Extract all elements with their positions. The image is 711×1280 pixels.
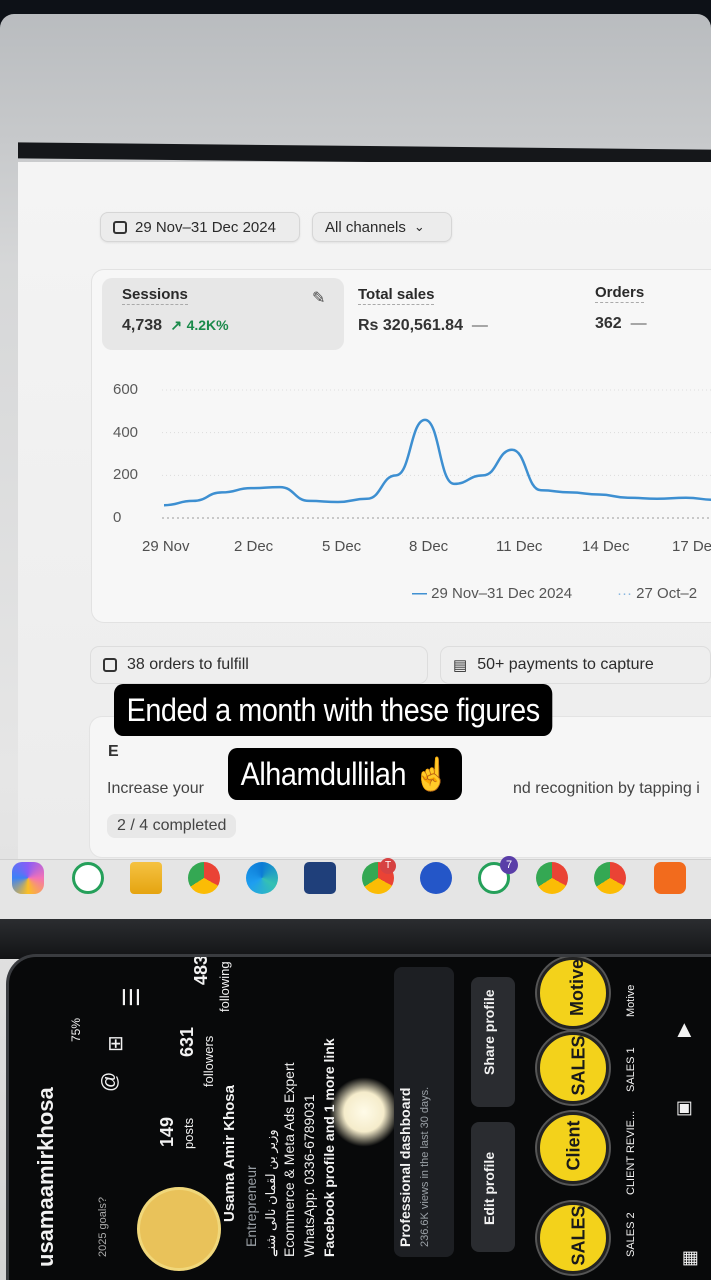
- date-range-label: 29 Nov–31 Dec 2024: [135, 218, 276, 236]
- profile-name: Usama Amir Khosa: [221, 1085, 238, 1222]
- y-tick: 0: [113, 509, 122, 526]
- story-caption-line2: Alhamdullilah ☝️: [228, 748, 462, 800]
- share-profile-label: Share profile: [481, 989, 497, 1075]
- highlight-label: SALES 2: [625, 1212, 637, 1257]
- channels-dropdown[interactable]: All channels ⌄: [312, 212, 452, 242]
- microsoft-store-icon[interactable]: [304, 862, 336, 894]
- highlight-title: Client: [563, 1120, 584, 1171]
- setup-heading: E: [108, 743, 119, 760]
- posts-count: 149: [157, 1116, 177, 1147]
- profile-links[interactable]: Facebook profile and 1 more link: [321, 1038, 337, 1257]
- total-sales-value: Rs 320,561.84: [358, 317, 463, 334]
- profile-bio-line2: WhatsApp: 0336-6789031: [301, 1094, 317, 1257]
- orders-change: —: [630, 315, 647, 332]
- profile-bio-line1: Ecommerce & Meta Ads Expert: [281, 1062, 297, 1257]
- y-tick: 600: [113, 381, 139, 398]
- channels-label: All channels: [325, 218, 406, 236]
- following-count[interactable]: 483: [191, 957, 212, 985]
- inbox-icon: [103, 658, 117, 672]
- x-tick: 2 Dec: [234, 538, 274, 555]
- x-tick: 17 De: [672, 538, 711, 555]
- edit-profile-label: Edit profile: [481, 1151, 497, 1225]
- posts-label: posts: [181, 1117, 196, 1149]
- setup-body-right: nd recognition by tapping i: [513, 780, 700, 797]
- whatsapp-icon[interactable]: [72, 862, 104, 894]
- profile-username[interactable]: usamaamirkhosa: [33, 1087, 59, 1267]
- chrome-icon-3[interactable]: [594, 862, 626, 894]
- x-tick: 5 Dec: [322, 538, 362, 555]
- highlight-title: SALES: [568, 1205, 589, 1266]
- setup-body-left: Increase your: [107, 780, 204, 797]
- story-frame: 29 Nov–31 Dec 2024 All channels ⌄ Sessio…: [0, 14, 711, 1280]
- reels-icon[interactable]: ▶: [673, 1023, 694, 1037]
- orders-row: 362 —: [595, 315, 647, 333]
- x-tick: 14 Dec: [582, 538, 630, 555]
- chrome-icon[interactable]: [188, 862, 220, 894]
- threads-icon[interactable]: @: [99, 1072, 122, 1092]
- legend-previous-label: 27 Oct–2: [636, 585, 698, 602]
- file-explorer-icon[interactable]: [130, 862, 162, 894]
- copilot-icon[interactable]: [12, 862, 44, 894]
- y-tick: 200: [113, 466, 139, 483]
- sessions-value: 4,738: [122, 317, 163, 334]
- orders-to-fulfill-label: 38 orders to fulfill: [127, 656, 249, 673]
- legend-current-label: 29 Nov–31 Dec 2024: [431, 585, 573, 602]
- metrics-card: Sessions ✎ 4,738 ↗ 4.2K% Total sales Rs …: [92, 270, 711, 622]
- pencil-icon[interactable]: ✎: [312, 288, 325, 308]
- following-label[interactable]: following: [217, 961, 232, 1012]
- x-tick: 29 Nov: [142, 538, 190, 555]
- x-tick: 8 Dec: [409, 538, 449, 555]
- orders-to-fulfill-button[interactable]: 38 orders to fulfill: [90, 646, 428, 684]
- payments-to-capture-label: 50+ payments to capture: [477, 656, 654, 673]
- highlight-label: CLIENT REVIE...: [625, 1110, 637, 1195]
- orders-label[interactable]: Orders: [595, 284, 645, 303]
- total-sales-label[interactable]: Total sales: [358, 286, 435, 305]
- sessions-value-row: 4,738 ↗ 4.2K%: [122, 317, 229, 335]
- download-app-icon[interactable]: [654, 862, 686, 894]
- edge-icon[interactable]: [246, 862, 278, 894]
- highlight-title: Motive: [567, 958, 588, 1017]
- chrome-icon-2[interactable]: [536, 862, 568, 894]
- dashboard-subtitle: 236.6K views in the last 30 days.: [419, 1086, 431, 1247]
- profile-bio-urdu: وزیر بن لقمان نالی شنے: [263, 1129, 278, 1257]
- add-post-icon[interactable]: ⊞: [103, 1035, 128, 1052]
- highlight-label: SALES 1: [625, 1047, 637, 1092]
- laptop-edge: [0, 919, 711, 959]
- battery-level: 75%: [69, 1017, 83, 1042]
- grid-icon[interactable]: ▦: [679, 1250, 700, 1267]
- payments-to-capture-button[interactable]: ▤ 50+ payments to capture: [440, 646, 711, 684]
- y-tick: 400: [113, 424, 139, 441]
- calendar-icon: [113, 220, 127, 234]
- tagged-icon[interactable]: ▣: [673, 1100, 694, 1117]
- sessions-change: 4.2K%: [186, 317, 229, 333]
- cash-icon: ▤: [453, 657, 468, 674]
- total-sales-change: —: [471, 317, 488, 334]
- profile-note: 2025 goals?: [97, 1197, 109, 1257]
- legend-previous: ··· 27 Oct–2: [617, 585, 698, 602]
- chrome-profile-badge: T: [380, 858, 396, 874]
- trend-up-icon: ↗: [166, 317, 183, 333]
- orders-value: 362: [595, 315, 622, 332]
- total-sales-row: Rs 320,561.84 —: [358, 317, 488, 335]
- followers-label[interactable]: followers: [201, 1036, 216, 1087]
- chevron-down-icon: ⌄: [413, 219, 425, 234]
- whatsapp-unread-badge: 7: [500, 856, 518, 874]
- highlight-title: SALES: [568, 1035, 589, 1096]
- profile-category: Entrepreneur: [243, 1165, 259, 1247]
- phone-instagram-profile: usamaamirkhosa 75% ☰ ⊞ @ 2025 goals? 149…: [6, 954, 711, 1280]
- profile-avatar[interactable]: [137, 1187, 221, 1271]
- date-range-button[interactable]: 29 Nov–31 Dec 2024: [100, 212, 300, 242]
- sessions-label: Sessions: [122, 286, 188, 305]
- dashboard-title: Professional dashboard: [397, 1087, 413, 1247]
- story-caption-line1: Ended a month with these figures: [114, 684, 553, 736]
- x-tick: 11 Dec: [496, 538, 543, 555]
- setup-progress-badge: 2 / 4 completed: [107, 814, 237, 838]
- followers-count[interactable]: 631: [177, 1027, 198, 1057]
- menu-icon[interactable]: ☰: [119, 987, 145, 1007]
- legend-current: — 29 Nov–31 Dec 2024: [412, 585, 573, 602]
- highlight-label: Motive: [625, 984, 637, 1017]
- screen-glare: [329, 1077, 399, 1147]
- sessions-line-chart: [162, 389, 711, 519]
- browser-icon[interactable]: [420, 862, 452, 894]
